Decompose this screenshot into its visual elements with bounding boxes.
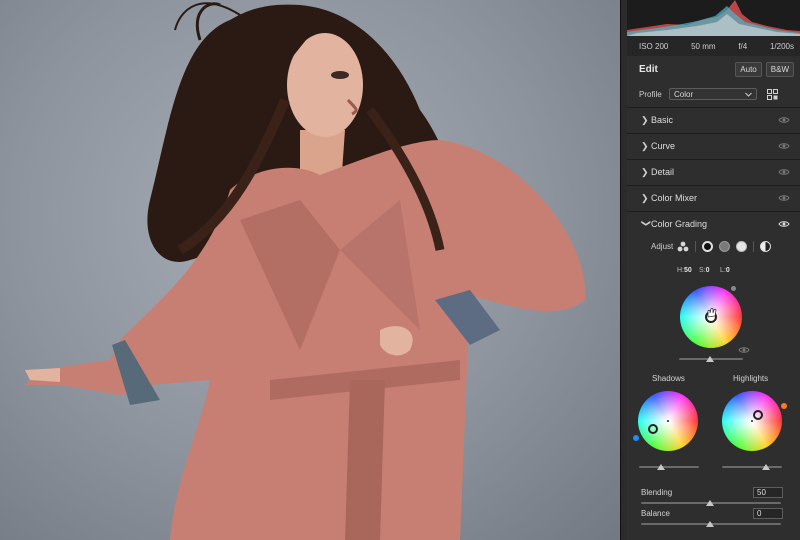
eye-icon[interactable]: [778, 194, 790, 202]
shadows-luminance-thumb[interactable]: [657, 464, 665, 470]
chevron-right-icon: ❯: [641, 140, 649, 151]
balance-value-field[interactable]: 0: [753, 508, 783, 519]
blending-value-field[interactable]: 50: [753, 487, 783, 498]
shadows-puck[interactable]: [648, 424, 658, 434]
midtones-view-icon[interactable]: [719, 240, 731, 252]
shadows-hue-indicator[interactable]: [633, 435, 639, 441]
global-view-icon[interactable]: [760, 240, 772, 252]
photo-canvas[interactable]: [0, 0, 620, 540]
section-title: Curve: [651, 141, 676, 151]
color-grading-body: Adjust H:50 S:0 L:0 Shadows Highlights B…: [627, 236, 800, 540]
edit-panel: ISO 200 50 mm f/4 1/200s Edit Auto B&W P…: [627, 0, 800, 540]
balance-thumb[interactable]: [706, 521, 714, 527]
chevron-right-icon: ❯: [641, 114, 649, 125]
blending-label: Blending: [641, 488, 673, 497]
three-way-view-icon[interactable]: [677, 241, 689, 252]
profile-select-value: Color: [674, 89, 694, 99]
edit-header: Edit Auto B&W: [639, 61, 794, 77]
saturation-readout: S:0: [699, 267, 710, 274]
highlights-luminance-thumb[interactable]: [762, 464, 770, 470]
chevron-right-icon: ❯: [641, 192, 649, 203]
section-title: Detail: [651, 167, 675, 177]
auto-button[interactable]: Auto: [735, 61, 762, 77]
shadows-color-wheel[interactable]: [638, 391, 698, 451]
hand-cursor-icon: [707, 308, 717, 318]
highlights-color-wheel[interactable]: [722, 391, 782, 451]
exif-info: ISO 200 50 mm f/4 1/200s: [627, 36, 800, 56]
highlights-center-dot: [751, 420, 753, 422]
shadows-label: Shadows: [652, 374, 685, 383]
profile-label: Profile: [639, 89, 662, 99]
eye-icon[interactable]: [778, 116, 790, 124]
profile-browser-icon[interactable]: [767, 88, 778, 100]
hue-readout: H:50: [677, 267, 692, 274]
chevron-down-icon: ❯: [641, 219, 652, 227]
edit-title: Edit: [639, 63, 658, 75]
highlights-hue-indicator[interactable]: [781, 403, 787, 409]
section-title: Color Grading: [651, 219, 708, 229]
balance-label: Balance: [641, 509, 670, 518]
section-detail[interactable]: ❯ Detail: [627, 159, 800, 184]
shadows-luminance-slider[interactable]: [639, 466, 699, 468]
histogram[interactable]: [627, 0, 800, 36]
section-color-mixer[interactable]: ❯ Color Mixer: [627, 185, 800, 210]
highlights-label: Highlights: [733, 374, 769, 383]
wheel-reset-dot[interactable]: [731, 286, 736, 291]
highlights-puck[interactable]: [753, 410, 763, 420]
shadows-view-icon[interactable]: [702, 240, 714, 252]
adjust-label: Adjust: [651, 241, 674, 251]
profile-select[interactable]: Color: [669, 88, 757, 100]
eye-icon[interactable]: [738, 346, 750, 354]
lightroom-window: ISO 200 50 mm f/4 1/200s Edit Auto B&W P…: [0, 0, 800, 540]
section-curve[interactable]: ❯ Curve: [627, 133, 800, 158]
section-title: Basic: [651, 115, 674, 125]
section-basic[interactable]: ❯ Basic: [627, 107, 800, 132]
eye-icon[interactable]: [778, 168, 790, 176]
profile-row: Profile Color: [639, 87, 794, 101]
midtones-luminance-thumb[interactable]: [706, 356, 714, 362]
luminance-readout: L:0: [720, 267, 730, 274]
portrait-photo: [25, 2, 586, 540]
chevron-right-icon: ❯: [641, 166, 649, 177]
iso-value: ISO 200: [639, 41, 669, 51]
eye-icon[interactable]: [778, 142, 790, 150]
blending-thumb[interactable]: [706, 500, 714, 506]
chevron-down-icon: [745, 92, 752, 97]
section-color-grading[interactable]: ❯ Color Grading: [627, 211, 800, 236]
shadows-center-dot: [667, 420, 669, 422]
shutter-value: 1/200s: [769, 41, 794, 51]
adjust-row: Adjust: [651, 239, 772, 253]
bw-button[interactable]: B&W: [765, 61, 794, 77]
focal-length-value: 50 mm: [691, 41, 716, 51]
section-title: Color Mixer: [651, 193, 698, 203]
highlights-luminance-slider[interactable]: [722, 466, 782, 468]
eye-icon[interactable]: [778, 220, 790, 228]
highlights-view-icon[interactable]: [736, 240, 748, 252]
aperture-value: f/4: [738, 41, 748, 51]
